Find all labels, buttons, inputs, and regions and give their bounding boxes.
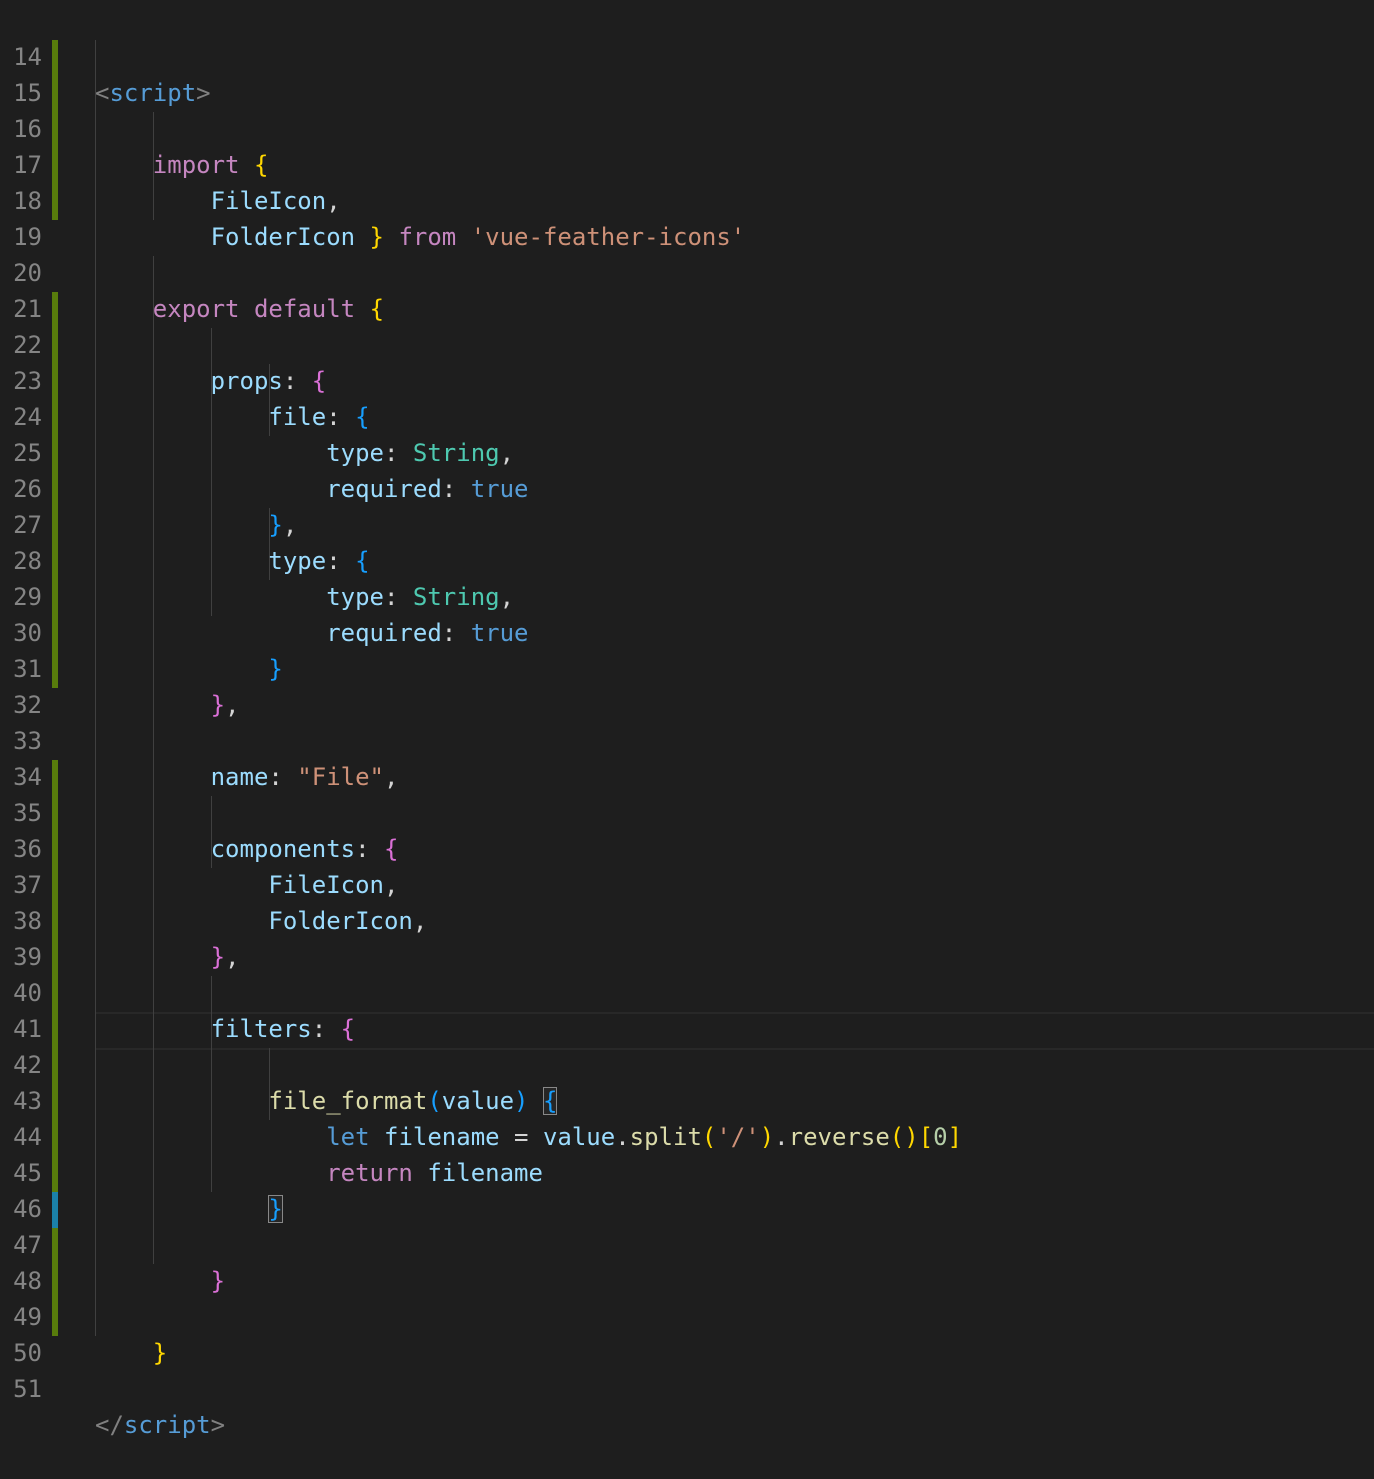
code-line[interactable]: 40 filters: { (0, 939, 1374, 1043)
code-line[interactable]: 29 required: true (0, 543, 1374, 647)
line-number: 51 (13, 1375, 42, 1403)
code-line[interactable]: 15 (0, 39, 1374, 107)
code-line[interactable]: 33 name: "File", (0, 687, 1374, 791)
code-line[interactable]: 46 (0, 1155, 1374, 1223)
code-line[interactable]: 41 (0, 975, 1374, 1043)
code-line[interactable]: 35 components: { (0, 759, 1374, 863)
code-line[interactable]: 17 FileIcon, (0, 111, 1374, 215)
code-line[interactable]: 45 } (0, 1119, 1374, 1223)
code-line[interactable]: 19 (0, 183, 1374, 251)
code-line[interactable]: 43 let filename = value.split('/').rever… (0, 1047, 1374, 1151)
code-line[interactable]: 28 type: String, (0, 507, 1374, 611)
code-line[interactable]: 26 }, (0, 435, 1374, 539)
code-line[interactable]: 32 (0, 651, 1374, 719)
code-line[interactable]: 39 (0, 903, 1374, 971)
code-line[interactable]: 30 } (0, 579, 1374, 683)
code-line[interactable]: 48 (0, 1227, 1374, 1295)
code-line[interactable]: 49 } (0, 1263, 1374, 1367)
code-line[interactable]: 47 } (0, 1191, 1374, 1295)
code-line[interactable]: 37 FolderIcon, (0, 831, 1374, 935)
code-line[interactable]: 51 </script> (0, 1335, 1374, 1439)
code-line[interactable]: 22 props: { (0, 291, 1374, 395)
code-line[interactable]: 14 <script> (0, 3, 1374, 107)
code-line[interactable]: 50 (0, 1299, 1374, 1367)
code-line[interactable]: 24 type: String, (0, 363, 1374, 467)
code-editor[interactable]: 14 <script> 15 16 import { 17 FileIcon, … (0, 0, 1374, 1439)
code-line-current[interactable]: 42 file_format(value) { (0, 1011, 1374, 1115)
line-content: </script> (95, 1411, 226, 1439)
code-line[interactable]: 16 import { (0, 75, 1374, 179)
code-line[interactable]: 23 file: { (0, 327, 1374, 431)
code-line[interactable]: 20 export default { (0, 219, 1374, 323)
code-line[interactable]: 44 return filename (0, 1083, 1374, 1187)
code-line[interactable]: 34 (0, 723, 1374, 791)
code-line[interactable]: 21 (0, 255, 1374, 323)
code-line[interactable]: 38 }, (0, 867, 1374, 971)
code-line[interactable]: 31 }, (0, 615, 1374, 719)
code-line[interactable]: 27 type: { (0, 471, 1374, 575)
code-line[interactable]: 18 FolderIcon } from 'vue-feather-icons' (0, 147, 1374, 251)
code-line[interactable]: 36 FileIcon, (0, 795, 1374, 899)
code-line[interactable]: 25 required: true (0, 399, 1374, 503)
